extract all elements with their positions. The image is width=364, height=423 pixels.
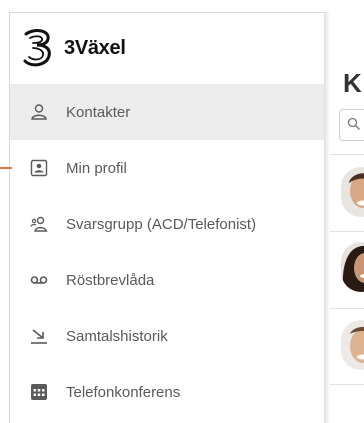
callout-pointer (0, 167, 12, 169)
divider (330, 308, 364, 309)
app-window: 3Växel Kontakter Min profil Svarsgrupp (… (0, 0, 364, 423)
conference-icon (30, 383, 48, 401)
sidebar-item-label: Min profil (66, 159, 127, 177)
sidebar-item-samtalshistorik[interactable]: Samtalshistorik (10, 308, 324, 364)
three-logo-icon (23, 29, 51, 67)
divider (330, 154, 364, 155)
sidebar-item-label: Kontakter (66, 103, 131, 121)
sidebar-item-telefonkonferens[interactable]: Telefonkonferens (10, 364, 324, 420)
search-input[interactable] (339, 109, 364, 141)
page-title: K (343, 68, 362, 98)
sidebar-item-label: Samtalshistorik (66, 327, 168, 345)
sidebar-item-label: Telefonkonferens (66, 383, 181, 401)
person-icon (30, 103, 48, 121)
profile-card-icon (30, 159, 48, 177)
sidebar-item-label: Röstbrevlåda (66, 271, 155, 289)
sidebar-nav: Kontakter Min profil Svarsgrupp (ACD/Tel… (10, 84, 324, 420)
avatar[interactable] (341, 320, 364, 370)
group-icon (30, 215, 48, 233)
divider (330, 231, 364, 232)
sidebar-item-label: Svarsgrupp (ACD/Telefonist) (66, 215, 257, 233)
brand-name: 3Växel (64, 36, 126, 59)
search-icon (347, 117, 360, 130)
divider (330, 384, 364, 385)
sidebar-item-kontakter[interactable]: Kontakter (10, 84, 324, 140)
call-history-icon (30, 327, 48, 345)
sidebar-item-svarsgrupp[interactable]: Svarsgrupp (ACD/Telefonist) (10, 196, 324, 252)
sidebar-item-min-profil[interactable]: Min profil (10, 140, 324, 196)
brand[interactable]: 3Växel (20, 28, 126, 68)
avatar[interactable] (341, 167, 364, 217)
voicemail-icon (30, 271, 48, 289)
main-panel: K (330, 12, 364, 423)
avatar[interactable] (341, 242, 364, 292)
sidebar-item-rostbrevlada[interactable]: Röstbrevlåda (10, 252, 324, 308)
